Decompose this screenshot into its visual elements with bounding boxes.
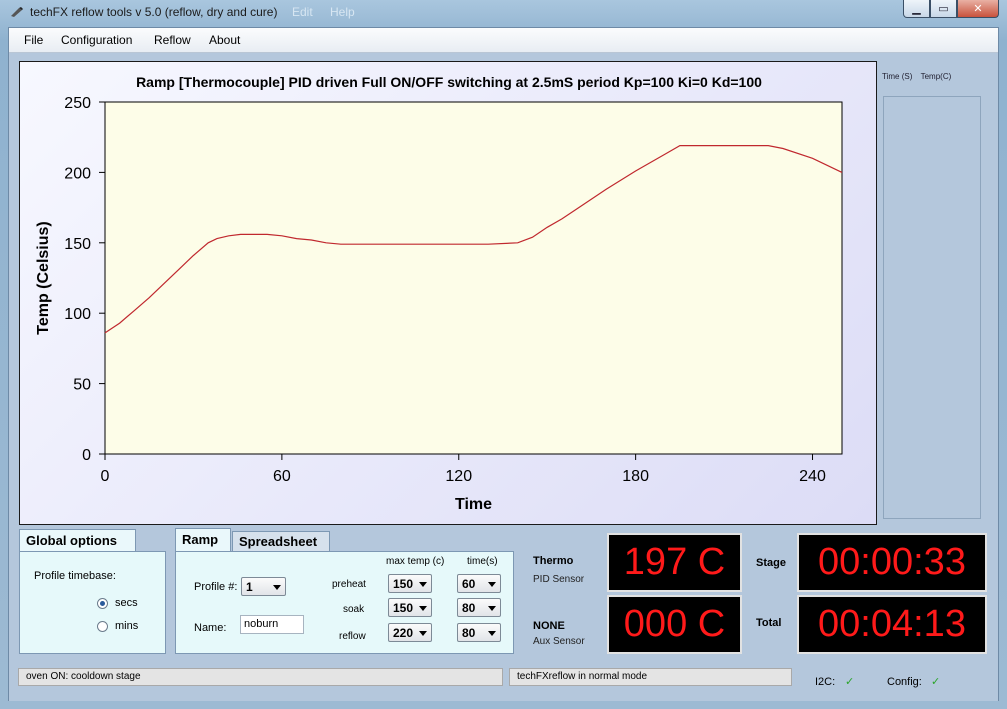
chevron-down-icon xyxy=(419,631,427,636)
y-tick-label: 0 xyxy=(82,447,91,464)
i2c-label: I2C: xyxy=(815,676,836,688)
ramp-panel: Profile #: 1 Name: noburn max temp (c) t… xyxy=(175,551,514,654)
soak-time-value: 80 xyxy=(462,601,476,615)
profile-select[interactable]: 1 xyxy=(241,577,286,596)
name-input[interactable]: noburn xyxy=(240,615,304,634)
tab-ramp[interactable]: Ramp xyxy=(175,528,231,552)
preheat-time-select[interactable]: 60 xyxy=(457,574,501,593)
chevron-down-icon xyxy=(419,582,427,587)
preheat-temp-value: 150 xyxy=(393,577,414,591)
i2c-check-icon: ✓ xyxy=(845,676,855,688)
status-mode: techFXreflow in normal mode xyxy=(509,668,792,686)
menu-reflow[interactable]: Reflow xyxy=(154,33,191,47)
x-tick-label: 180 xyxy=(622,468,649,485)
aux-sub: Aux Sensor xyxy=(533,636,585,647)
ghost-menu-help: Help xyxy=(330,5,355,19)
aux-temp-display: 000 C xyxy=(607,595,742,654)
preheat-time-value: 60 xyxy=(462,577,476,591)
plot-area xyxy=(104,101,843,455)
y-tick-label: 50 xyxy=(73,377,91,394)
total-timer-display: 00:04:13 xyxy=(797,595,987,654)
status-bar: oven ON: cooldown stage techFXreflow in … xyxy=(9,657,998,701)
config-label: Config: xyxy=(887,676,922,688)
x-tick-label: 0 xyxy=(101,468,110,485)
radio-mins[interactable] xyxy=(97,621,108,632)
col-maxtemp-header: max temp (c) xyxy=(386,556,445,567)
chevron-down-icon xyxy=(488,606,496,611)
stage-timer-display: 00:00:33 xyxy=(797,533,987,592)
preheat-label: preheat xyxy=(332,579,366,590)
chevron-down-icon xyxy=(488,631,496,636)
chevron-down-icon xyxy=(488,582,496,587)
menu-bar: File Configuration Reflow About xyxy=(9,28,998,53)
maximize-icon: ▭ xyxy=(938,3,949,15)
thermo-title: Thermo xyxy=(533,555,574,567)
status-oven: oven ON: cooldown stage xyxy=(18,668,503,686)
reflow-temp-value: 220 xyxy=(393,626,414,640)
preheat-temp-select[interactable]: 150 xyxy=(388,574,432,593)
thermo-sub: PID Sensor xyxy=(533,574,585,585)
col-time-header: Time (S) xyxy=(882,72,913,81)
chevron-down-icon xyxy=(273,585,281,590)
y-tick-label: 200 xyxy=(64,165,91,182)
minimize-button[interactable]: ▁ xyxy=(903,0,930,18)
app-window: techFX reflow tools v 5.0 (reflow, dry a… xyxy=(0,0,1007,709)
radio-secs-label: secs xyxy=(115,597,138,609)
col-time-s-header: time(s) xyxy=(467,556,498,567)
y-tick-label: 250 xyxy=(64,95,91,112)
chart-panel: Ramp [Thermocouple] PID driven Full ON/O… xyxy=(19,61,877,525)
reflow-time-value: 80 xyxy=(462,626,476,640)
reflow-temp-select[interactable]: 220 xyxy=(388,623,432,642)
total-label: Total xyxy=(756,617,782,629)
minimize-icon: ▁ xyxy=(912,3,921,15)
x-axis-label: Time xyxy=(455,496,492,513)
menu-configuration[interactable]: Configuration xyxy=(61,33,132,47)
close-icon: ✕ xyxy=(973,3,983,15)
soak-temp-select[interactable]: 150 xyxy=(388,598,432,617)
global-options-panel: Profile timebase: secs mins xyxy=(19,551,166,654)
y-axis-label: Temp (Celsius) xyxy=(35,221,52,335)
soak-temp-value: 150 xyxy=(393,601,414,615)
menu-about[interactable]: About xyxy=(209,33,240,47)
reflow-time-select[interactable]: 80 xyxy=(457,623,501,642)
window-title: techFX reflow tools v 5.0 (reflow, dry a… xyxy=(30,5,278,19)
radio-secs[interactable] xyxy=(97,598,108,609)
soak-time-select[interactable]: 80 xyxy=(457,598,501,617)
soak-label: soak xyxy=(343,604,365,615)
timebase-label: Profile timebase: xyxy=(34,570,116,582)
x-tick-label: 60 xyxy=(273,468,291,485)
profile-label: Profile #: xyxy=(194,581,238,593)
tab-global-options[interactable]: Global options xyxy=(19,529,136,552)
x-tick-label: 120 xyxy=(445,468,472,485)
x-tick-label: 240 xyxy=(799,468,826,485)
name-label: Name: xyxy=(194,622,227,634)
side-list-headers: Time (S) Temp(C) xyxy=(882,72,951,81)
stage-label: Stage xyxy=(756,557,786,569)
chevron-down-icon xyxy=(419,606,427,611)
title-bar[interactable]: techFX reflow tools v 5.0 (reflow, dry a… xyxy=(0,0,1007,26)
time-temp-list[interactable] xyxy=(883,96,981,519)
reflow-label: reflow xyxy=(339,631,366,642)
maximize-button[interactable]: ▭ xyxy=(930,0,957,18)
y-tick-label: 150 xyxy=(64,236,91,253)
tab-spreadsheet[interactable]: Spreadsheet xyxy=(232,531,330,552)
app-icon xyxy=(11,7,23,17)
radio-mins-label: mins xyxy=(115,620,139,632)
ghost-menu-edit: Edit xyxy=(292,5,313,19)
y-tick-label: 100 xyxy=(64,306,91,323)
config-check-icon: ✓ xyxy=(931,676,941,688)
profile-value: 1 xyxy=(246,580,253,594)
temperature-chart: 0 50 100 150 200 250 0 60 120 180 240 Time Temp (Cel… xyxy=(35,95,843,513)
col-temp-header: Temp(C) xyxy=(920,72,952,81)
close-button[interactable]: ✕ xyxy=(957,0,999,18)
aux-title: NONE xyxy=(533,620,565,632)
client-area: File Configuration Reflow About Ramp [Th… xyxy=(8,27,999,701)
menu-file[interactable]: File xyxy=(24,33,43,47)
thermo-temp-display: 197 C xyxy=(607,533,742,592)
